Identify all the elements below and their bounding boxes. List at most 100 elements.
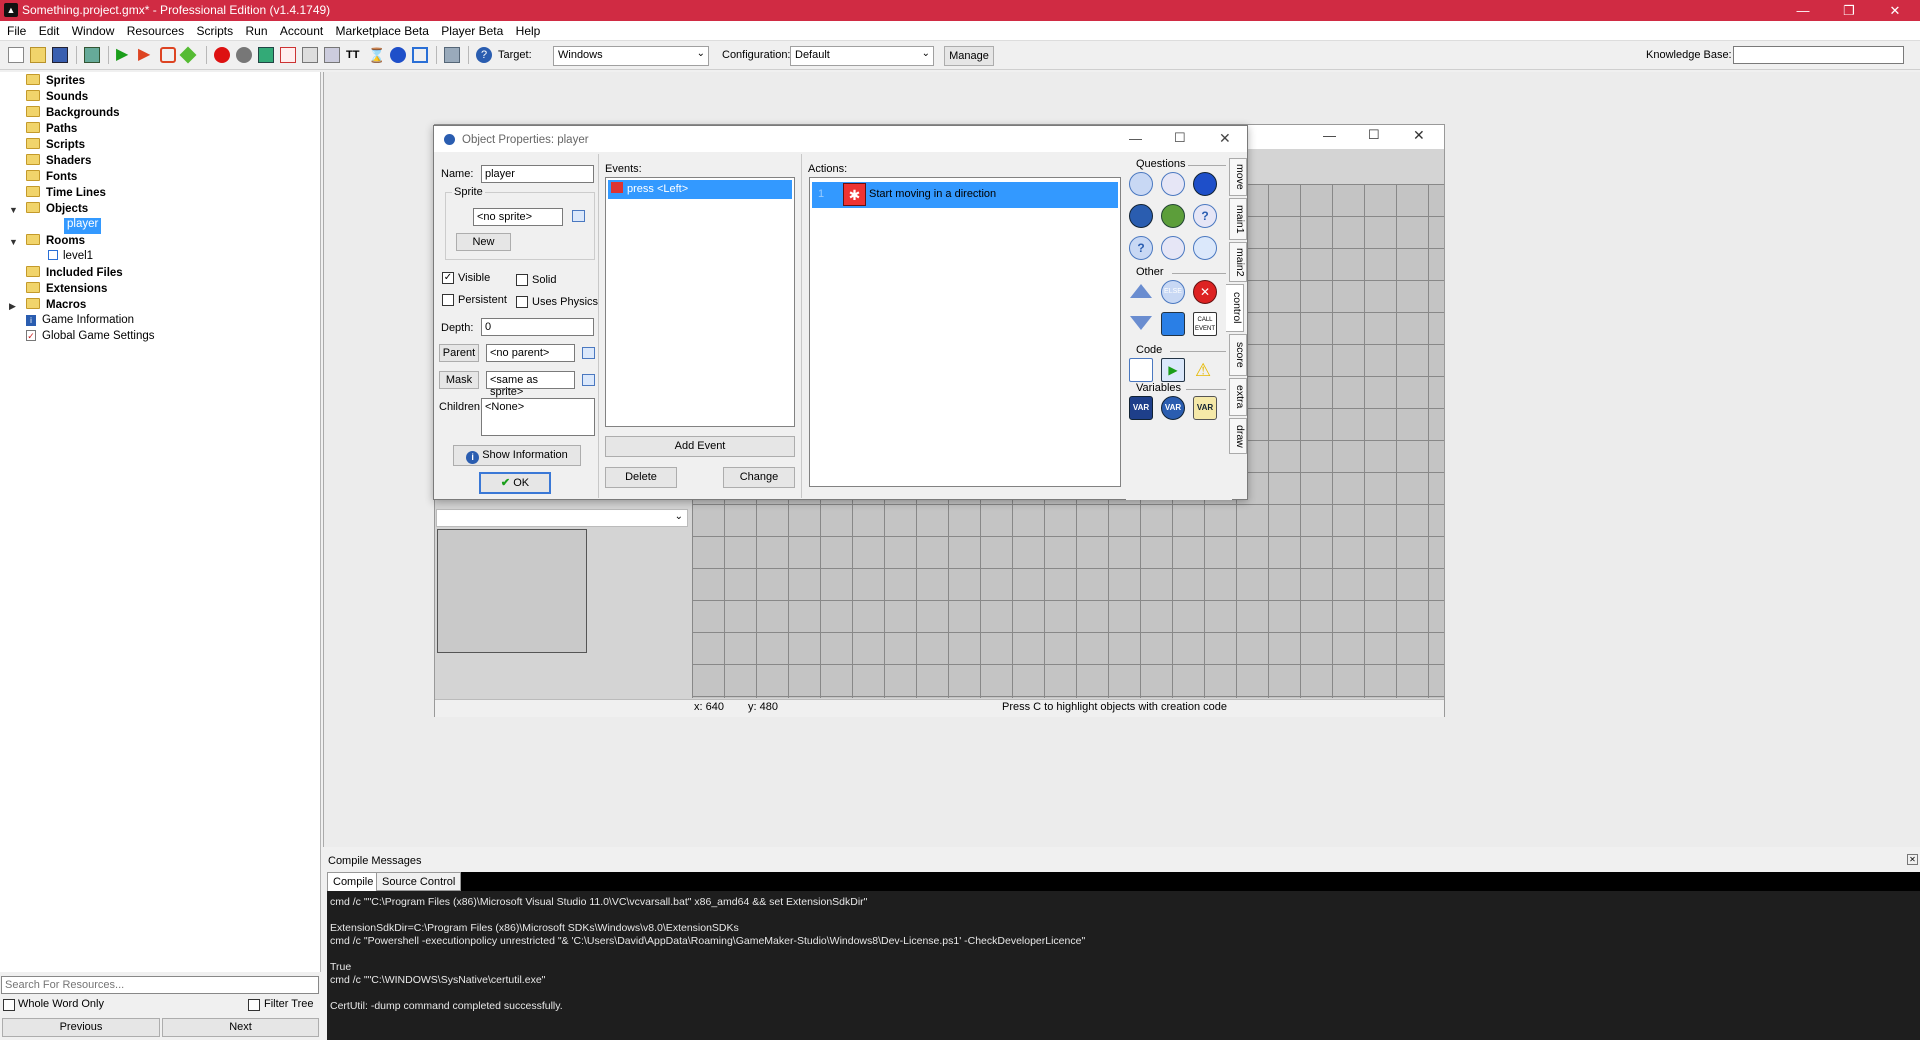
sound-icon[interactable] (236, 47, 252, 63)
action-start-moving[interactable]: 1 ✱ Start moving in a direction (812, 182, 1118, 208)
settings-icon[interactable] (444, 47, 460, 63)
tree-object-player[interactable]: player (64, 218, 102, 234)
menu-run[interactable]: Run (245, 21, 267, 38)
new-project-icon[interactable] (8, 47, 24, 63)
menu-help[interactable]: Help (516, 21, 541, 38)
export-icon[interactable] (84, 47, 100, 63)
filter-tree-checkbox[interactable] (248, 999, 260, 1011)
knowledge-base-input[interactable] (1733, 46, 1904, 64)
tree-macros[interactable]: Macros (26, 298, 86, 314)
menu-player[interactable]: Player Beta (441, 21, 503, 38)
save-project-icon[interactable] (52, 47, 68, 63)
test-instance-count-icon[interactable] (1129, 204, 1153, 228)
tab-draw[interactable]: draw (1229, 418, 1247, 454)
menu-marketplace[interactable]: Marketplace Beta (336, 21, 429, 38)
tab-source-control[interactable]: Source Control (376, 872, 462, 891)
tree-timelines[interactable]: Time Lines (26, 186, 106, 202)
tree-extensions[interactable]: Extensions (26, 282, 107, 298)
events-list[interactable] (605, 177, 795, 427)
next-button[interactable]: Next (162, 1018, 319, 1037)
else-icon[interactable]: ELSE (1161, 280, 1185, 304)
browse-sprite-icon[interactable] (572, 210, 585, 222)
tree-scripts[interactable]: Scripts (26, 138, 85, 154)
name-input[interactable]: player (481, 165, 594, 183)
tree-objects[interactable]: Objects (26, 202, 88, 218)
tree-room-level1[interactable]: level1 (48, 250, 93, 266)
comment-warning-icon[interactable]: ⚠ (1195, 360, 1211, 380)
expand-arrow-icon[interactable]: ▼ (9, 205, 18, 215)
open-project-icon[interactable] (30, 47, 46, 63)
children-list[interactable]: <None> (481, 398, 595, 436)
run-icon[interactable]: ▶ (116, 47, 132, 63)
exit-event-icon[interactable]: ✕ (1193, 280, 1217, 304)
sprite-input[interactable]: <no sprite> (473, 208, 563, 226)
shader-icon[interactable] (324, 47, 340, 63)
sprite-icon[interactable] (214, 47, 230, 63)
check-object-icon[interactable] (1193, 172, 1217, 196)
dialog-close-icon[interactable]: ✕ (1219, 130, 1231, 147)
check-question-icon[interactable]: ? (1193, 204, 1217, 228)
tab-main2[interactable]: main2 (1229, 242, 1247, 282)
mask-input[interactable]: <same as sprite> (486, 371, 575, 398)
tree-global-settings[interactable]: ✓ Global Game Settings (26, 330, 155, 346)
show-information-button[interactable]: i Show Information (453, 445, 581, 466)
room-maximize-icon[interactable]: ☐ (1368, 127, 1380, 143)
tree-backgrounds[interactable]: Backgrounds (26, 106, 120, 122)
mask-button[interactable]: Mask (439, 371, 479, 389)
search-resources-input[interactable] (1, 976, 319, 994)
script-icon[interactable] (302, 47, 318, 63)
depth-input[interactable]: 0 (481, 318, 594, 336)
minimize-icon[interactable]: — (1780, 0, 1826, 21)
expand-arrow-icon[interactable]: ▼ (9, 237, 18, 247)
end-block-icon[interactable] (1130, 316, 1152, 330)
font-icon[interactable]: TT (346, 47, 362, 63)
tree-rooms[interactable]: Rooms (26, 234, 85, 250)
event-press-left[interactable]: press <Left> (608, 180, 792, 199)
stop-icon[interactable] (160, 47, 176, 63)
menu-account[interactable]: Account (280, 21, 323, 38)
tree-included-files[interactable]: Included Files (26, 266, 123, 282)
visible-checkbox[interactable]: ✓ (442, 272, 454, 284)
help-icon[interactable]: ? (476, 47, 492, 63)
tab-move[interactable]: move (1229, 158, 1247, 196)
clean-icon[interactable] (179, 46, 197, 64)
whole-word-checkbox[interactable] (3, 999, 15, 1011)
target-select[interactable]: Windows ⌄ (553, 46, 709, 66)
actions-list[interactable] (809, 177, 1121, 487)
check-collision-icon[interactable] (1161, 172, 1185, 196)
dialog-minimize-icon[interactable]: — (1129, 131, 1142, 146)
menu-scripts[interactable]: Scripts (196, 21, 233, 38)
tree-sprites[interactable]: Sprites (26, 74, 85, 90)
test-expression-icon[interactable]: ? (1129, 236, 1153, 260)
browse-mask-icon[interactable] (582, 374, 595, 386)
configuration-select[interactable]: Default ⌄ (790, 46, 934, 66)
manage-button[interactable]: Manage (944, 46, 994, 66)
menu-resources[interactable]: Resources (127, 21, 184, 38)
background-icon[interactable] (258, 47, 274, 63)
tree-sounds[interactable]: Sounds (26, 90, 88, 106)
room-icon[interactable] (412, 47, 428, 63)
tree-shaders[interactable]: Shaders (26, 154, 91, 170)
repeat-icon[interactable] (1161, 312, 1185, 336)
menu-edit[interactable]: Edit (39, 21, 60, 38)
check-empty-icon[interactable] (1129, 172, 1153, 196)
parent-button[interactable]: Parent (439, 344, 479, 362)
room-minimize-icon[interactable]: — (1323, 128, 1336, 143)
start-block-icon[interactable] (1130, 284, 1152, 298)
tree-game-information[interactable]: i Game Information (26, 314, 134, 330)
change-event-button[interactable]: Change (723, 467, 795, 488)
check-grid-icon[interactable] (1193, 236, 1217, 260)
ok-button[interactable]: ✔ OK (479, 472, 551, 494)
path-icon[interactable] (280, 47, 296, 63)
browse-parent-icon[interactable] (582, 347, 595, 359)
check-mouse-icon[interactable] (1161, 236, 1185, 260)
execute-script-icon[interactable]: ▶ (1161, 358, 1185, 382)
dialog-maximize-icon[interactable]: ☐ (1174, 130, 1186, 146)
tab-compile[interactable]: Compile (327, 872, 380, 891)
tab-control[interactable]: control (1226, 284, 1244, 332)
solid-checkbox[interactable] (516, 274, 528, 286)
previous-button[interactable]: Previous (2, 1018, 160, 1037)
call-event-icon[interactable]: CALL EVENT (1193, 312, 1217, 336)
set-variable-icon[interactable]: VAR (1129, 396, 1153, 420)
tree-paths[interactable]: Paths (26, 122, 77, 138)
